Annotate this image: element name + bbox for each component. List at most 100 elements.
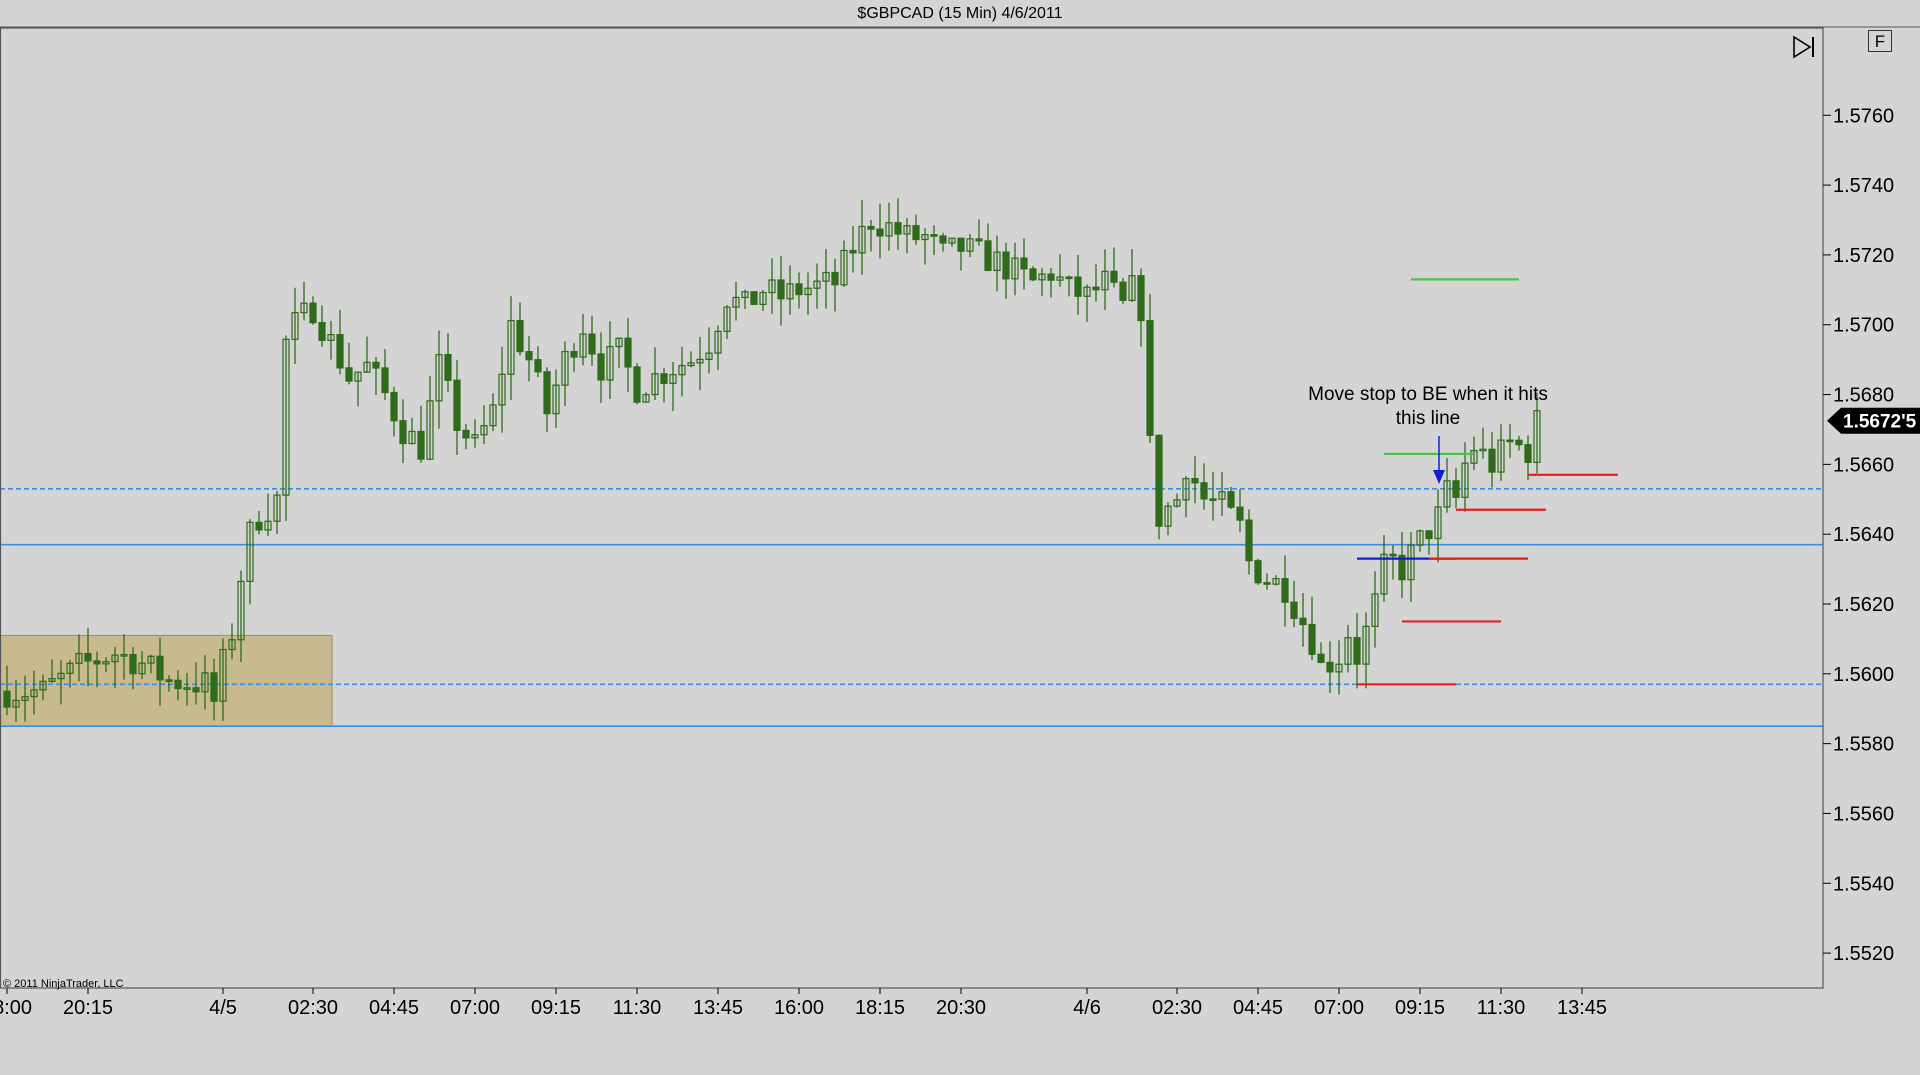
annotation-arrow — [1433, 436, 1445, 484]
candle — [327, 320, 335, 360]
candle — [1308, 596, 1316, 660]
y-tick-label: 1.5600 — [1833, 664, 1894, 686]
candle — [345, 342, 353, 385]
candle — [534, 346, 542, 378]
candle — [795, 272, 803, 309]
annotation-line1: Move stop to BE when it hits — [1308, 384, 1548, 405]
y-tick-label: 1.5660 — [1833, 454, 1894, 476]
candle — [1425, 530, 1433, 555]
x-tick-label: 02:30 — [1152, 997, 1202, 1019]
candle — [1479, 427, 1487, 459]
candle — [597, 332, 605, 403]
candle — [282, 335, 290, 521]
x-tick-label: 09:15 — [531, 997, 581, 1019]
candle — [1029, 266, 1037, 282]
candle — [1335, 640, 1343, 695]
candle — [1083, 284, 1091, 322]
candle — [1002, 242, 1010, 299]
candle — [1452, 467, 1460, 509]
x-tick-label: 04:45 — [369, 997, 419, 1019]
candle — [741, 289, 749, 309]
candle — [624, 318, 632, 393]
candle — [903, 218, 911, 254]
candle — [759, 289, 767, 311]
y-tick-label: 1.5620 — [1833, 594, 1894, 616]
annotation-line2: this line — [1396, 408, 1460, 429]
x-tick-label: 18:00 — [0, 997, 32, 1019]
candle — [606, 321, 614, 399]
x-tick-label: 20:30 — [936, 997, 986, 1019]
candle — [1389, 545, 1397, 580]
candle — [1407, 532, 1415, 602]
candle — [1245, 509, 1253, 575]
candle — [1371, 571, 1379, 648]
x-tick-label: 11:30 — [613, 997, 662, 1019]
x-tick-label: 09:15 — [1395, 997, 1445, 1019]
candle — [1263, 573, 1271, 590]
candle — [1236, 489, 1244, 533]
candle — [1344, 624, 1352, 673]
time-axis: 18:00 20:15 4/5 02:30 04:45 07:00 09:15 11:30 13… — [0, 988, 1607, 1019]
candle — [939, 232, 947, 252]
candle — [498, 346, 506, 433]
candle — [1461, 442, 1469, 512]
candle — [1011, 242, 1019, 296]
candle — [372, 357, 380, 396]
candle — [1020, 238, 1028, 290]
candle — [876, 203, 884, 259]
candle — [1092, 264, 1100, 302]
candle — [768, 258, 776, 314]
candle — [696, 336, 704, 391]
candle — [1443, 458, 1451, 513]
candle — [975, 219, 983, 246]
candle — [813, 263, 821, 309]
candle — [1155, 434, 1163, 540]
candle — [588, 315, 596, 366]
f-button[interactable]: F — [1868, 30, 1892, 52]
candle — [1101, 249, 1109, 311]
candle — [642, 392, 650, 403]
candle — [516, 302, 524, 356]
x-tick-label: 4/6 — [1073, 997, 1101, 1019]
candle — [1119, 277, 1127, 304]
candle — [750, 291, 758, 305]
candle — [435, 330, 443, 429]
candle — [1047, 267, 1055, 298]
candle — [399, 399, 407, 464]
candle — [1128, 249, 1136, 302]
candle — [1164, 502, 1172, 536]
candle — [1506, 424, 1514, 459]
x-tick-label: 16:00 — [774, 997, 824, 1019]
candle — [1488, 432, 1496, 488]
candle — [291, 287, 299, 364]
candle — [957, 237, 965, 271]
candle — [786, 265, 794, 315]
candle — [1398, 531, 1406, 599]
y-tick-label: 1.5700 — [1833, 315, 1894, 337]
marker-lines-layer — [1357, 278, 1618, 686]
candle — [489, 393, 497, 432]
candle — [678, 346, 686, 397]
candle — [732, 281, 740, 321]
candle — [1272, 575, 1280, 586]
autoscroll-icon[interactable] — [1790, 34, 1818, 60]
candle — [579, 313, 587, 366]
y-tick-label: 1.5520 — [1833, 943, 1894, 965]
y-tick-label: 1.5540 — [1833, 873, 1894, 895]
candle — [1281, 555, 1289, 627]
candle — [1326, 641, 1334, 693]
chart-frame — [0, 26, 1920, 989]
candle — [885, 202, 893, 251]
y-tick-label: 1.5640 — [1833, 524, 1894, 546]
candle — [615, 337, 623, 368]
price-axis: 1.5520 1.5540 1.5560 1.5580 1.5600 1.5620 1.56… — [1823, 105, 1894, 965]
candle — [354, 371, 362, 407]
candle — [1191, 456, 1199, 504]
candle — [858, 199, 866, 275]
candle — [993, 235, 1001, 292]
price-chart[interactable]: 1.5520 1.5540 1.5560 1.5580 1.5600 1.5620 1.56… — [0, 0, 1920, 1075]
candle — [309, 296, 317, 325]
x-tick-label: 02:30 — [288, 997, 338, 1019]
candle — [417, 405, 425, 463]
candle — [948, 237, 956, 247]
